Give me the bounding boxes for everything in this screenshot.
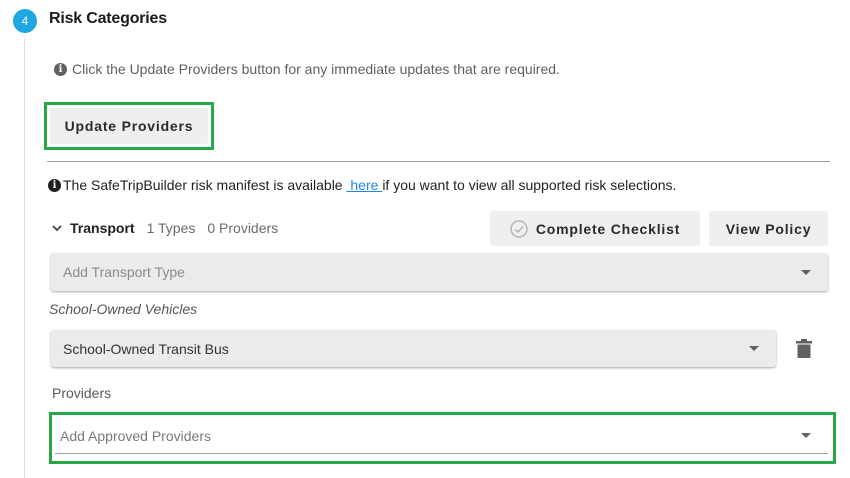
transport-label: Transport: [70, 220, 135, 236]
manifest-text-after: if you want to view all supported risk s…: [382, 177, 677, 193]
providers-placeholder: Add Approved Providers: [60, 427, 211, 444]
vehicle-group-label: School-Owned Vehicles: [49, 301, 198, 317]
step-number-badge: 4: [13, 9, 37, 33]
manifest-text-before: The SafeTripBuilder risk manifest is ava…: [63, 177, 347, 193]
add-approved-providers-select[interactable]: Add Approved Providers: [55, 418, 828, 454]
divider: [47, 161, 830, 162]
providers-label: Providers: [52, 385, 112, 401]
manifest-here-link[interactable]: here: [347, 177, 383, 193]
transport-providers-count: 0 Providers: [207, 220, 279, 236]
info-icon: i: [48, 178, 61, 192]
update-providers-button[interactable]: Update Providers: [50, 108, 208, 144]
step-connector-line: [24, 38, 25, 478]
dropdown-arrow-icon: [801, 269, 811, 275]
add-transport-type-select[interactable]: Add Transport Type: [51, 253, 828, 291]
view-policy-button[interactable]: View Policy: [709, 211, 828, 246]
chevron-down-icon[interactable]: [51, 222, 63, 234]
transport-types-count: 1 Types: [146, 220, 196, 236]
info-note-text: Click the Update Providers button for an…: [72, 61, 560, 77]
info-icon: i: [54, 62, 67, 76]
complete-checklist-label: Complete Checklist: [535, 220, 681, 237]
transport-header[interactable]: Transport 1 Types 0 Providers: [51, 220, 290, 236]
section-title: Risk Categories: [49, 10, 167, 27]
info-note: i Click the Update Providers button for …: [54, 61, 560, 77]
trash-icon[interactable]: [796, 339, 812, 358]
vehicle-type-select[interactable]: School-Owned Transit Bus: [51, 330, 776, 367]
transport-type-placeholder: Add Transport Type: [63, 264, 185, 280]
dropdown-arrow-icon: [749, 346, 759, 351]
dropdown-arrow-icon: [801, 433, 811, 438]
check-circle-icon: [510, 219, 528, 238]
complete-checklist-button[interactable]: Complete Checklist: [490, 211, 700, 246]
vehicle-type-value: School-Owned Transit Bus: [63, 340, 229, 357]
manifest-note: i The SafeTripBuilder risk manifest is a…: [48, 177, 676, 193]
